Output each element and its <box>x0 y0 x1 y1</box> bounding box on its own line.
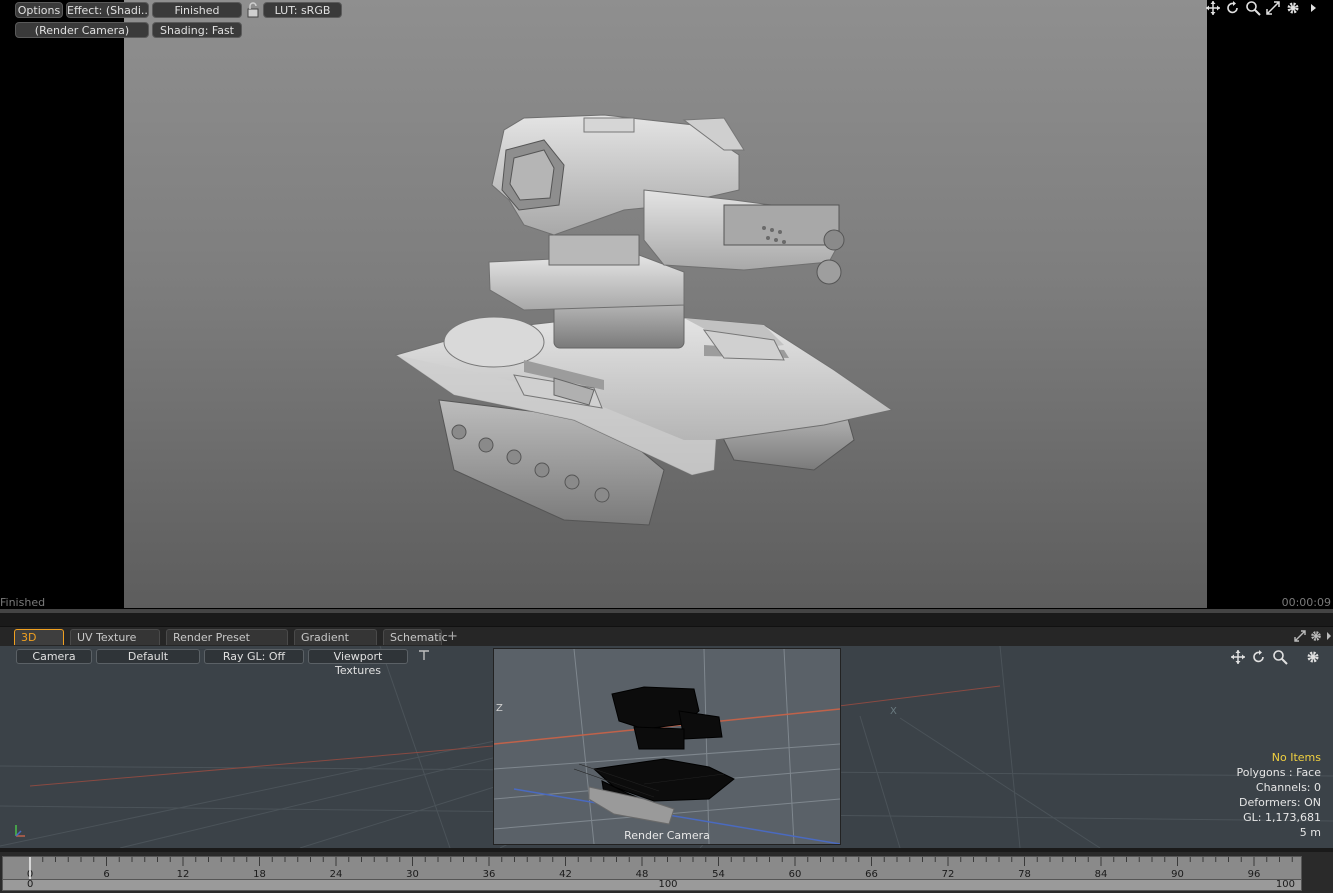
axis-gizmo-icon <box>12 822 28 841</box>
info-items: No Items <box>1271 751 1321 764</box>
viewport-nav-icons <box>1230 649 1321 665</box>
arrow-right-icon[interactable] <box>1305 0 1321 16</box>
render-camera-label: Render Camera <box>624 829 710 842</box>
tab-render-preset-browser[interactable]: Render Preset Browser <box>166 629 288 659</box>
range-end-label: 100 <box>1275 879 1295 890</box>
texture-pin-icon[interactable] <box>418 649 430 664</box>
zoom-icon[interactable] <box>1245 0 1261 16</box>
add-tab-button[interactable]: + <box>447 629 458 644</box>
options-button[interactable]: Options <box>15 2 63 18</box>
axis-z-label: Z <box>496 703 503 714</box>
vp-move-icon[interactable] <box>1230 649 1246 665</box>
tab-schematic[interactable]: Schematic <box>383 629 448 645</box>
render-toolbar-icons <box>1205 0 1321 16</box>
render-status-button[interactable]: Finished <box>152 2 242 18</box>
default-button[interactable]: Default <box>96 649 200 664</box>
tab-uv-texture-view[interactable]: UV Texture View <box>70 629 160 659</box>
viewport-tab-bar: 3D View UV Texture View Render Preset Br… <box>0 626 1333 659</box>
info-deformers: Deformers: ON <box>1239 796 1321 809</box>
info-gl-count: GL: 1,173,681 <box>1243 811 1321 824</box>
info-channels: Channels: 0 <box>1255 781 1321 794</box>
shading-dropdown[interactable]: Shading: Fast <box>152 22 242 38</box>
gear-icon[interactable] <box>1285 0 1301 16</box>
info-polygons: Polygons : Face <box>1236 766 1321 779</box>
info-distance: 5 m <box>1299 826 1321 839</box>
axis-x-label: X <box>890 706 897 717</box>
maximize-panel-icon[interactable] <box>1293 629 1307 646</box>
tab-3d-view[interactable]: 3D View <box>14 629 64 659</box>
rotate-icon[interactable] <box>1225 0 1241 16</box>
3d-viewport[interactable]: Z Render Camera Camera Default Ray GL: O… <box>0 646 1333 848</box>
maximize-icon[interactable] <box>1265 0 1281 16</box>
render-status-text: Finished <box>0 596 46 609</box>
move-icon[interactable] <box>1205 0 1221 16</box>
render-canvas[interactable] <box>124 0 1207 608</box>
tab-gradient-editor[interactable]: Gradient Editor <box>294 629 377 659</box>
vp-rotate-icon[interactable] <box>1251 649 1267 665</box>
render-progress-fill <box>0 609 1333 613</box>
ray-gl-button[interactable]: Ray GL: Off <box>204 649 304 664</box>
render-camera-dropdown[interactable]: (Render Camera) <box>15 22 149 38</box>
elapsed-time: 00:00:09 <box>1281 596 1331 609</box>
render-camera-preview[interactable]: Z Render Camera <box>493 648 841 845</box>
frame-range-bar[interactable]: 0 100 100 <box>2 879 1302 891</box>
vp-zoom-icon[interactable] <box>1272 649 1288 665</box>
vp-gear-icon[interactable] <box>1305 649 1321 665</box>
render-camera-wireframe: Z <box>494 649 840 844</box>
viewport-textures-button[interactable]: Viewport Textures <box>308 649 408 677</box>
lock-icon[interactable] <box>245 2 261 18</box>
rendered-tank-image <box>394 114 894 526</box>
effect-dropdown[interactable]: Effect: (Shadi... <box>66 2 149 18</box>
range-mid-label: 100 <box>658 879 678 890</box>
range-start-label: 0 <box>27 879 34 890</box>
camera-button[interactable]: Camera <box>16 649 92 664</box>
panel-arrow-icon[interactable] <box>1325 630 1333 645</box>
render-progress-bar <box>0 609 1333 613</box>
lut-dropdown[interactable]: LUT: sRGB <box>263 2 342 18</box>
render-window: Options Effect: (Shadi... Finished LUT: … <box>0 0 1333 612</box>
panel-gear-icon[interactable] <box>1309 629 1323 646</box>
